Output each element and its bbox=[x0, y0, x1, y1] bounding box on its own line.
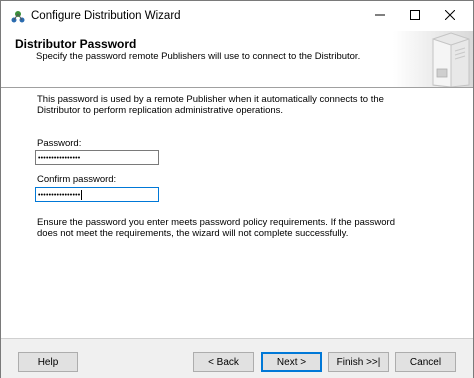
next-button[interactable]: Next > bbox=[261, 352, 322, 372]
text-caret bbox=[81, 190, 83, 201]
intro-text: This password is used by a remote Publis… bbox=[37, 94, 447, 116]
close-button[interactable] bbox=[427, 1, 473, 31]
confirm-password-field[interactable]: •••••••••••••••• bbox=[35, 187, 159, 202]
confirm-password-masked-value: •••••••••••••••• bbox=[38, 192, 81, 199]
minimize-icon bbox=[375, 10, 385, 23]
intro-line-1: This password is used by a remote Publis… bbox=[37, 94, 384, 105]
policy-note-line-1: Ensure the password you enter meets pass… bbox=[37, 217, 396, 228]
cancel-button[interactable]: Cancel bbox=[395, 352, 456, 372]
wizard-footer: Help < Back Next > Finish >>| Cancel bbox=[1, 338, 473, 378]
close-icon bbox=[444, 9, 456, 23]
password-masked-value: •••••••••••••••• bbox=[38, 155, 81, 162]
help-button[interactable]: Help bbox=[18, 352, 78, 372]
policy-note: Ensure the password you enter meets pass… bbox=[37, 217, 447, 239]
wizard-app-icon bbox=[10, 9, 26, 25]
maximize-icon bbox=[410, 9, 420, 23]
wizard-header: Distributor Password Specify the passwor… bbox=[1, 31, 473, 88]
back-button[interactable]: < Back bbox=[193, 352, 254, 372]
title-bar[interactable]: Configure Distribution Wizard bbox=[1, 1, 473, 31]
password-field[interactable]: •••••••••••••••• bbox=[35, 150, 159, 165]
wizard-body: This password is used by a remote Publis… bbox=[1, 88, 473, 334]
finish-button[interactable]: Finish >>| bbox=[328, 352, 389, 372]
policy-note-line-2: does not meet the requirements, the wiza… bbox=[37, 228, 349, 239]
window-title: Configure Distribution Wizard bbox=[31, 10, 181, 22]
page-title: Distributor Password bbox=[15, 37, 137, 51]
page-subtitle: Specify the password remote Publishers w… bbox=[36, 51, 361, 62]
password-label: Password: bbox=[37, 138, 82, 149]
server-graphic-icon bbox=[393, 31, 473, 88]
intro-line-2: Distributor to perform replication admin… bbox=[37, 105, 284, 116]
wizard-window: Configure Distribution Wizard Distributo… bbox=[0, 0, 474, 378]
confirm-password-label: Confirm password: bbox=[37, 174, 117, 185]
